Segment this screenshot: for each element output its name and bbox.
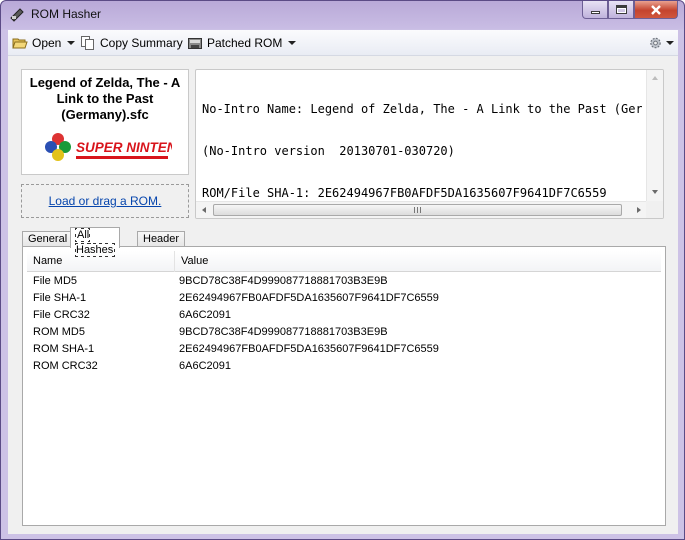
rom-preview: Legend of Zelda, The - A Link to the Pas…: [21, 69, 189, 175]
scroll-thumb[interactable]: [213, 204, 622, 216]
table-row[interactable]: ROM CRC32 6A6C2091: [27, 358, 661, 375]
hash-value: 6A6C2091: [179, 360, 231, 372]
hash-name: File MD5: [33, 275, 78, 287]
summary-text: No-Intro Name: Legend of Zelda, The - A …: [202, 74, 642, 199]
scroll-right-icon[interactable]: [637, 207, 641, 213]
scroll-down-icon[interactable]: [652, 190, 658, 194]
app-icon: [9, 7, 25, 23]
settings-button[interactable]: [648, 34, 674, 52]
patch-icon: [187, 35, 203, 51]
table-row[interactable]: ROM MD5 9BCD78C38F4D999087718881703B3E9B: [27, 324, 661, 341]
settings-dropdown-icon: [666, 41, 674, 45]
close-button[interactable]: [634, 1, 678, 19]
table-row[interactable]: File CRC32 6A6C2091: [27, 307, 661, 324]
patched-rom-dropdown-icon[interactable]: [288, 41, 297, 45]
summary-textbox[interactable]: No-Intro Name: Legend of Zelda, The - A …: [195, 69, 664, 219]
horizontal-scrollbar[interactable]: [196, 201, 647, 218]
title-bar[interactable]: ROM Hasher: [1, 1, 684, 29]
snes-logo: SUPER NINTENDO: [45, 133, 172, 161]
hash-name: ROM MD5: [33, 326, 85, 338]
copy-icon: [80, 35, 96, 51]
maximize-button[interactable]: [608, 1, 634, 19]
hash-value: 9BCD78C38F4D999087718881703B3E9B: [179, 326, 388, 338]
hash-name: ROM CRC32: [33, 360, 98, 372]
table-row[interactable]: File MD5 9BCD78C38F4D999087718881703B3E9…: [27, 273, 661, 290]
column-header-value[interactable]: Value: [175, 251, 657, 272]
patched-rom-button[interactable]: Patched ROM: [187, 34, 297, 52]
hash-value: 9BCD78C38F4D999087718881703B3E9B: [179, 275, 388, 287]
hash-value: 2E62494967FB0AFDF5DA1635607F9641DF7C6559: [179, 292, 439, 304]
rom-drop-zone[interactable]: Load or drag a ROM.: [21, 184, 189, 218]
close-icon: [651, 4, 661, 15]
hash-name: ROM SHA-1: [33, 343, 95, 355]
scroll-left-icon[interactable]: [202, 207, 206, 213]
maximize-icon: [615, 5, 627, 14]
copy-summary-label: Copy Summary: [100, 36, 183, 50]
client-area: Open Copy Summary Patched ROM Legend of …: [8, 30, 678, 534]
gear-icon: [650, 37, 661, 49]
window-title: ROM Hasher: [31, 7, 102, 21]
minimize-button[interactable]: [582, 1, 608, 19]
table-row[interactable]: ROM SHA-1 2E62494967FB0AFDF5DA1635607F96…: [27, 341, 661, 358]
toolbar: Open Copy Summary Patched ROM: [8, 30, 678, 56]
scroll-up-icon[interactable]: [652, 76, 658, 80]
hash-value: 2E62494967FB0AFDF5DA1635607F9641DF7C6559: [179, 343, 439, 355]
vertical-scrollbar[interactable]: [646, 70, 663, 201]
patched-rom-label: Patched ROM: [207, 36, 283, 50]
hash-name: File SHA-1: [33, 292, 87, 304]
table-row[interactable]: File SHA-1 2E62494967FB0AFDF5DA1635607F9…: [27, 290, 661, 307]
all-hashes-panel: Name Value File MD5 9BCD78C38F4D99908771…: [22, 246, 666, 526]
summary-line: ROM/File SHA-1: 2E62494967FB0AFDF5DA1635…: [202, 186, 607, 199]
load-rom-link[interactable]: Load or drag a ROM.: [49, 194, 162, 208]
hash-name: File CRC32: [33, 309, 90, 321]
open-label: Open: [32, 36, 62, 50]
snes-logo-text: SUPER NINTENDO: [76, 140, 172, 155]
tab-all-hashes[interactable]: All Hashes: [70, 227, 121, 257]
open-button[interactable]: Open: [12, 34, 76, 52]
summary-line: (No-Intro version 20130701-030720): [202, 144, 455, 158]
summary-line: No-Intro Name: Legend of Zelda, The - A …: [202, 102, 642, 116]
copy-summary-button[interactable]: Copy Summary: [80, 34, 183, 52]
app-window: ROM Hasher Open Copy Summary Patched ROM…: [0, 0, 685, 540]
open-icon: [12, 35, 28, 51]
open-dropdown-icon[interactable]: [67, 41, 76, 45]
hash-value: 6A6C2091: [179, 309, 231, 321]
rom-file-name: Legend of Zelda, The - A Link to the Pas…: [29, 75, 181, 122]
scroll-corner: [646, 201, 663, 218]
hash-list[interactable]: Name Value File MD5 9BCD78C38F4D99908771…: [27, 251, 661, 521]
minimize-icon: [590, 11, 600, 14]
list-header: Name Value: [27, 251, 661, 272]
